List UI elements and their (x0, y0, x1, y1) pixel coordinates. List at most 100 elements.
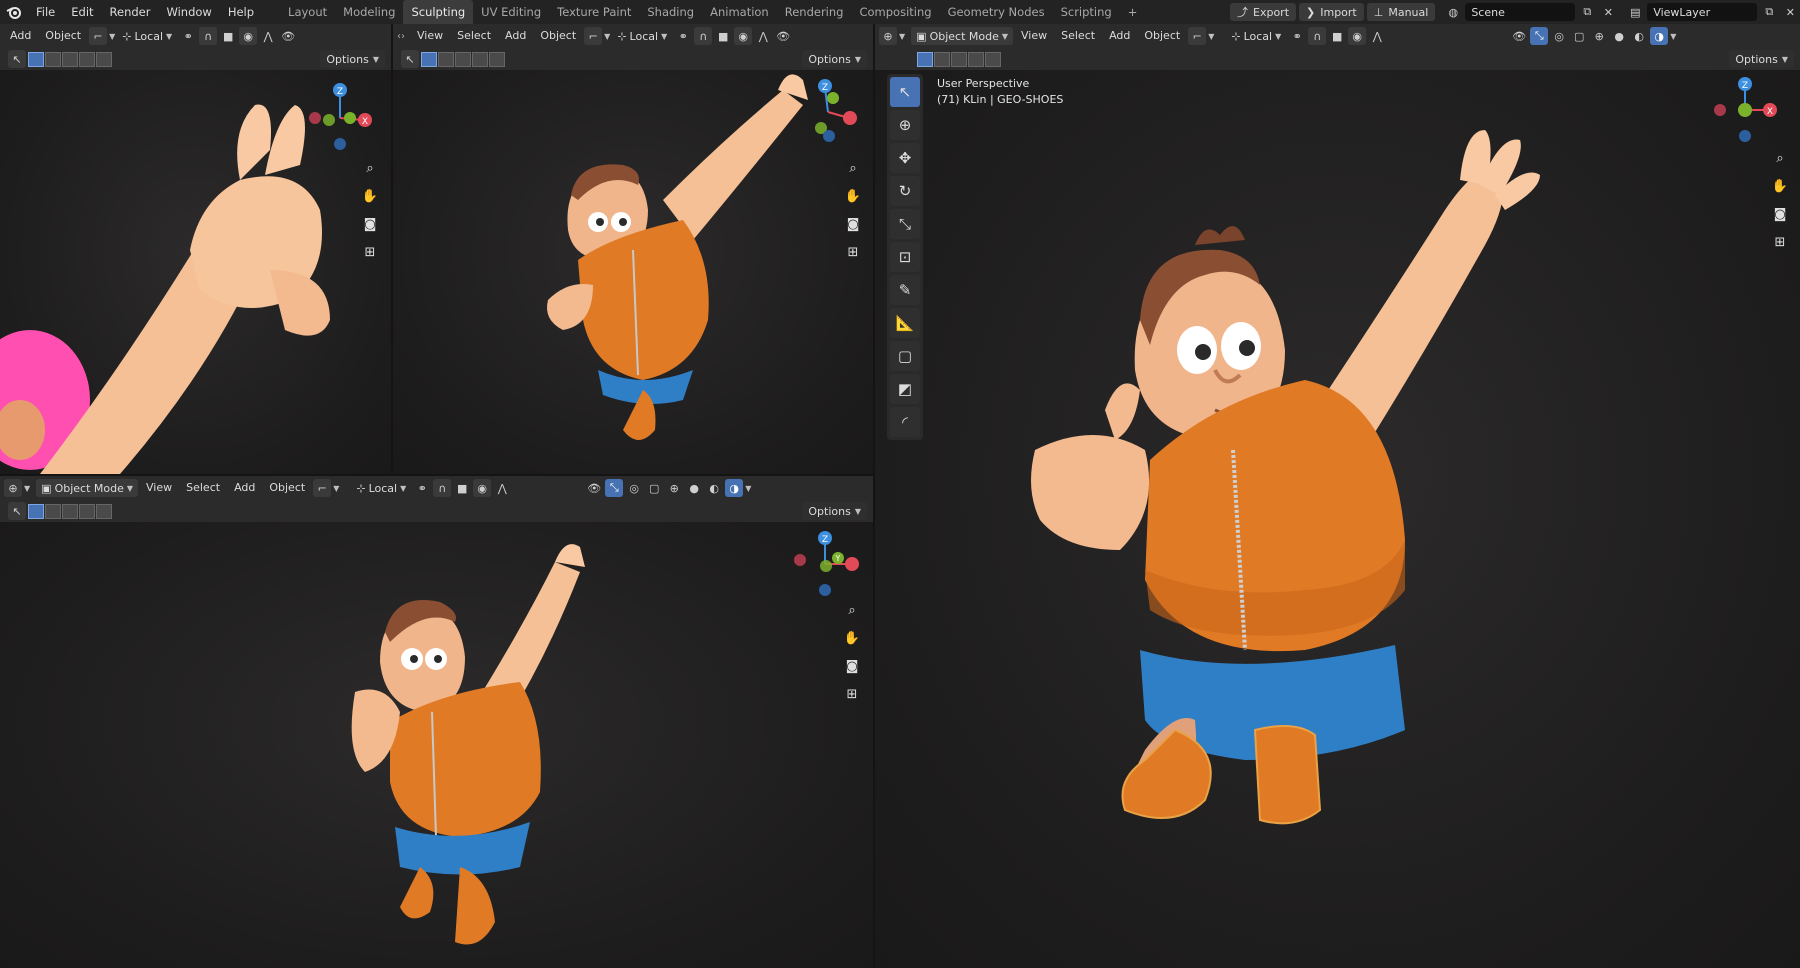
link-icon[interactable]: ⚭ (1288, 27, 1306, 45)
camera-icon[interactable]: ◙ (1770, 204, 1790, 224)
view-layer-field[interactable]: ViewLayer (1647, 3, 1758, 21)
select-menu[interactable]: Select (451, 26, 497, 46)
options-dropdown[interactable]: Options ▼ (802, 50, 867, 68)
mode-dropdown[interactable]: ▣ Object Mode ▼ (36, 479, 139, 497)
viewport-top-middle[interactable]: ‹› View Select Add Object ⌐ ▼ ⊹ Local ▼ ⚭ ∩… (393, 24, 873, 474)
add-menu[interactable]: Add (1103, 26, 1136, 46)
selection-mode-buttons[interactable] (28, 503, 112, 519)
menu-help[interactable]: Help (220, 0, 262, 24)
tab-modeling[interactable]: Modeling (335, 0, 403, 24)
tab-animation[interactable]: Animation (702, 0, 777, 24)
orientation-dropdown[interactable]: ⊹ Local ▼ (117, 27, 177, 45)
falloff-icon[interactable]: ⋀ (259, 27, 277, 45)
rendered-shading-icon[interactable]: ◑ (725, 479, 744, 497)
zoom-icon[interactable]: ⌕ (360, 158, 380, 178)
tab-shading[interactable]: Shading (639, 0, 702, 24)
area-divider[interactable] (0, 474, 873, 476)
visibility-icon[interactable]: 👁 (774, 27, 792, 45)
gizmo-toggle-icon[interactable]: ⤡ (1530, 27, 1549, 45)
viewport-canvas[interactable]: Z ⌕ ✋ ◙ ⊞ (393, 70, 873, 474)
camera-icon[interactable]: ◙ (360, 214, 380, 234)
navigation-gizmo[interactable]: Z X (1710, 74, 1780, 144)
scene-icon[interactable]: ◍ (1444, 3, 1462, 21)
pan-hand-icon[interactable]: ✋ (843, 186, 863, 206)
extrude-tool-icon[interactable]: ◩ (890, 374, 920, 404)
tab-texture-paint[interactable]: Texture Paint (549, 0, 639, 24)
object-menu[interactable]: Object (534, 26, 582, 46)
tab-layout[interactable]: Layout (280, 0, 335, 24)
tab-sculpting[interactable]: Sculpting (403, 0, 474, 24)
viewport-main-right[interactable]: ⊕ ▼ ▣ Object Mode ▼ View Select Add Object … (875, 24, 1800, 968)
menu-window[interactable]: Window (158, 0, 219, 24)
view-menu[interactable]: View (1015, 26, 1053, 46)
navigation-gizmo[interactable]: Z (793, 76, 863, 146)
blender-logo-icon[interactable] (0, 0, 28, 24)
chevron-down-icon[interactable]: ▼ (1208, 32, 1214, 41)
scale-tool-icon[interactable]: ⤡ (890, 209, 920, 239)
area-divider[interactable] (391, 24, 393, 474)
proportional-edit-icon[interactable]: ◉ (734, 27, 753, 45)
remove-scene-icon[interactable]: ✕ (1599, 3, 1617, 21)
camera-icon[interactable]: ◙ (843, 214, 863, 234)
navigation-gizmo[interactable]: Z Y (790, 528, 860, 598)
snap-target-icon[interactable]: ■ (1328, 27, 1346, 45)
chevron-down-icon[interactable]: ▼ (745, 484, 751, 493)
zoom-icon[interactable]: ⌕ (843, 158, 863, 178)
falloff-icon[interactable]: ⋀ (754, 27, 772, 45)
zoom-icon[interactable]: ⌕ (842, 600, 862, 620)
overlay-toggle-icon[interactable]: ◎ (625, 479, 643, 497)
proportional-edit-icon[interactable]: ◉ (473, 479, 492, 497)
snap-icon[interactable]: ∩ (199, 27, 218, 45)
add-menu[interactable]: Add (228, 478, 261, 498)
view-menu[interactable]: View (411, 26, 449, 46)
tab-uv-editing[interactable]: UV Editing (473, 0, 549, 24)
chevron-down-icon[interactable]: ▼ (1670, 32, 1676, 41)
xray-icon[interactable]: ▢ (1570, 27, 1588, 45)
select-box-tool-icon[interactable]: ↖ (890, 77, 920, 107)
collapse-arrow-icon[interactable]: ‹› (397, 31, 405, 42)
cursor-tool-icon[interactable]: ⊕ (890, 110, 920, 140)
wireframe-shading-icon[interactable]: ⊕ (665, 479, 683, 497)
options-dropdown[interactable]: Options ▼ (1729, 50, 1794, 68)
menu-edit[interactable]: Edit (63, 0, 101, 24)
snap-icon[interactable]: ∩ (694, 27, 713, 45)
options-dropdown[interactable]: Options ▼ (802, 502, 867, 520)
add-menu[interactable]: Add (499, 26, 532, 46)
material-shading-icon[interactable]: ◐ (705, 479, 723, 497)
link-icon[interactable]: ⚭ (413, 479, 431, 497)
chevron-down-icon[interactable]: ▼ (333, 484, 339, 493)
area-divider[interactable] (873, 24, 875, 968)
move-tool-icon[interactable]: ✥ (890, 143, 920, 173)
menu-render[interactable]: Render (102, 0, 159, 24)
object-menu[interactable]: Object (263, 478, 311, 498)
snap-target-icon[interactable]: ■ (453, 479, 471, 497)
tab-scripting[interactable]: Scripting (1053, 0, 1120, 24)
add-workspace-button[interactable]: + (1120, 0, 1146, 24)
select-tool-icon[interactable]: ↖ (8, 50, 26, 68)
solid-shading-icon[interactable]: ● (685, 479, 703, 497)
object-menu[interactable]: Object (39, 26, 87, 46)
wireframe-shading-icon[interactable]: ⊕ (1590, 27, 1608, 45)
new-view-layer-icon[interactable]: ⧉ (1760, 3, 1778, 21)
pan-hand-icon[interactable]: ✋ (842, 628, 862, 648)
transform-pivot-icon[interactable]: ⌐ (584, 27, 603, 45)
orientation-dropdown[interactable]: ⊹ Local ▼ (1226, 27, 1286, 45)
view-layer-icon[interactable]: ▤ (1626, 3, 1644, 21)
menu-file[interactable]: File (28, 0, 63, 24)
measure-tool-icon[interactable]: 📐 (890, 308, 920, 338)
tab-compositing[interactable]: Compositing (851, 0, 939, 24)
manual-button[interactable]: ⊥ Manual (1366, 3, 1436, 21)
visibility-icon[interactable]: 👁 (585, 479, 603, 497)
selection-mode-buttons[interactable] (28, 51, 112, 67)
navigation-gizmo[interactable]: Z X (305, 80, 375, 150)
zoom-icon[interactable]: ⌕ (1770, 148, 1790, 168)
select-menu[interactable]: Select (1055, 26, 1101, 46)
mode-dropdown[interactable]: ▣ Object Mode ▼ (911, 27, 1014, 45)
add-cube-tool-icon[interactable]: ▢ (890, 341, 920, 371)
orientation-dropdown[interactable]: ⊹ Local ▼ (351, 479, 411, 497)
proportional-edit-icon[interactable]: ◉ (239, 27, 258, 45)
remove-view-layer-icon[interactable]: ✕ (1781, 3, 1799, 21)
selection-mode-buttons[interactable] (421, 51, 505, 67)
select-tool-icon[interactable]: ↖ (8, 502, 26, 520)
grid-perspective-icon[interactable]: ⊞ (1770, 232, 1790, 252)
